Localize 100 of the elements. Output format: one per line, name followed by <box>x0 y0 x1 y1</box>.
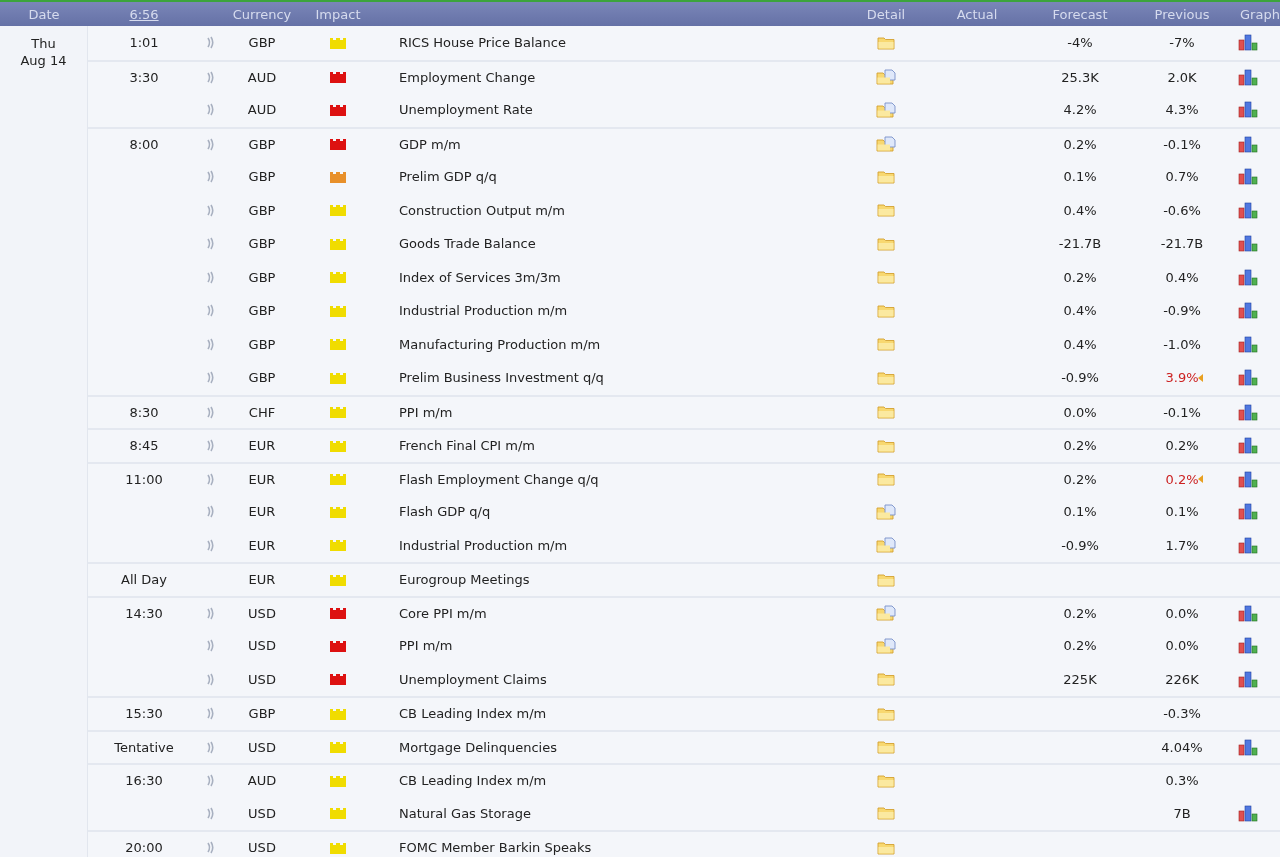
event-title[interactable]: CB Leading Index m/m <box>399 773 848 789</box>
folder-icon[interactable] <box>877 706 895 721</box>
forecast-value: 0.1% <box>1063 504 1097 520</box>
sound-icon[interactable] <box>206 36 214 50</box>
folder-icon[interactable] <box>877 672 895 687</box>
event-title[interactable]: CB Leading Index m/m <box>399 706 848 722</box>
sound-icon[interactable] <box>206 774 214 788</box>
folder-icon[interactable] <box>877 438 895 453</box>
sound-icon[interactable] <box>206 405 214 419</box>
previous-value: 0.2% <box>1165 438 1199 454</box>
sound-icon[interactable] <box>206 371 214 385</box>
bar-chart-icon[interactable] <box>1238 403 1258 421</box>
currency-code: GBP <box>247 236 277 252</box>
event-title[interactable]: Employment Change <box>399 69 848 85</box>
folder-icon[interactable] <box>877 236 895 251</box>
event-title[interactable]: Manufacturing Production m/m <box>399 336 848 352</box>
bar-chart-icon[interactable] <box>1238 738 1258 756</box>
event-title[interactable]: PPI m/m <box>399 404 848 420</box>
event-title[interactable]: Index of Services 3m/3m <box>399 269 848 285</box>
sound-icon[interactable] <box>206 806 214 820</box>
folder-icon[interactable] <box>877 806 895 821</box>
folder-icon[interactable] <box>877 840 895 855</box>
bar-chart-icon[interactable] <box>1238 201 1258 219</box>
event-title[interactable]: Flash GDP q/q <box>399 504 848 520</box>
event-title[interactable]: Industrial Production m/m <box>399 537 848 553</box>
folder-document-icon[interactable] <box>876 503 896 520</box>
folder-document-icon[interactable] <box>876 537 896 554</box>
event-title[interactable]: Industrial Production m/m <box>399 303 848 319</box>
bar-chart-icon[interactable] <box>1238 437 1258 455</box>
bar-chart-icon[interactable] <box>1238 235 1258 253</box>
bar-chart-icon[interactable] <box>1238 637 1258 655</box>
sound-icon[interactable] <box>206 137 214 151</box>
sound-icon[interactable] <box>206 103 214 117</box>
bar-chart-icon[interactable] <box>1238 369 1258 387</box>
folder-icon[interactable] <box>877 740 895 755</box>
event-title[interactable]: Prelim GDP q/q <box>399 169 848 185</box>
bar-chart-icon[interactable] <box>1238 503 1258 521</box>
sound-icon[interactable] <box>206 740 214 754</box>
event-title[interactable]: Flash Employment Change q/q <box>399 471 848 487</box>
folder-icon[interactable] <box>877 472 895 487</box>
sound-icon[interactable] <box>206 439 214 453</box>
sound-icon[interactable] <box>206 304 214 318</box>
sound-icon[interactable] <box>206 237 214 251</box>
event-title[interactable]: Eurogroup Meetings <box>399 572 848 588</box>
event-title[interactable]: Unemployment Rate <box>399 102 848 118</box>
folder-document-icon[interactable] <box>876 136 896 153</box>
folder-icon[interactable] <box>877 169 895 184</box>
folder-icon[interactable] <box>877 773 895 788</box>
folder-document-icon[interactable] <box>876 69 896 86</box>
sound-icon[interactable] <box>206 70 214 84</box>
folder-icon[interactable] <box>877 405 895 420</box>
bar-chart-icon[interactable] <box>1238 68 1258 86</box>
folder-document-icon[interactable] <box>876 101 896 118</box>
folder-icon[interactable] <box>877 270 895 285</box>
event-title[interactable]: Mortgage Delinquencies <box>399 739 848 755</box>
event-title[interactable]: FOMC Member Barkin Speaks <box>399 840 848 856</box>
bar-chart-icon[interactable] <box>1238 268 1258 286</box>
sound-icon[interactable] <box>206 639 214 653</box>
event-title[interactable]: Goods Trade Balance <box>399 236 848 252</box>
event-title[interactable]: PPI m/m <box>399 638 848 654</box>
folder-icon[interactable] <box>877 370 895 385</box>
sound-icon[interactable] <box>206 270 214 284</box>
folder-icon[interactable] <box>877 337 895 352</box>
sound-icon[interactable] <box>206 170 214 184</box>
folder-document-icon[interactable] <box>876 605 896 622</box>
sound-icon[interactable] <box>206 606 214 620</box>
event-title[interactable]: Natural Gas Storage <box>399 805 848 821</box>
bar-chart-icon[interactable] <box>1238 135 1258 153</box>
folder-icon[interactable] <box>877 203 895 218</box>
bar-chart-icon[interactable] <box>1238 604 1258 622</box>
sound-icon[interactable] <box>206 672 214 686</box>
sound-icon[interactable] <box>206 707 214 721</box>
folder-icon[interactable] <box>877 303 895 318</box>
folder-icon[interactable] <box>877 35 895 50</box>
sound-icon[interactable] <box>206 841 214 855</box>
folder-document-icon[interactable] <box>876 637 896 654</box>
bar-chart-icon[interactable] <box>1238 168 1258 186</box>
bar-chart-icon[interactable] <box>1238 536 1258 554</box>
bar-chart-icon[interactable] <box>1238 101 1258 119</box>
event-title[interactable]: Core PPI m/m <box>399 605 848 621</box>
folder-icon[interactable] <box>877 572 895 587</box>
event-title[interactable]: GDP m/m <box>399 136 848 152</box>
bar-chart-icon[interactable] <box>1238 670 1258 688</box>
bar-chart-icon[interactable] <box>1238 804 1258 822</box>
sound-icon[interactable] <box>206 337 214 351</box>
event-title[interactable]: Unemployment Claims <box>399 671 848 687</box>
bar-chart-icon[interactable] <box>1238 302 1258 320</box>
event-title[interactable]: French Final CPI m/m <box>399 438 848 454</box>
sound-icon[interactable] <box>206 505 214 519</box>
event-title[interactable]: RICS House Price Balance <box>399 35 848 51</box>
currency-code: EUR <box>247 471 277 487</box>
bar-chart-icon[interactable] <box>1238 335 1258 353</box>
event-title[interactable]: Construction Output m/m <box>399 202 848 218</box>
sound-icon[interactable] <box>206 538 214 552</box>
bar-chart-icon[interactable] <box>1238 470 1258 488</box>
sound-icon[interactable] <box>206 472 214 486</box>
graph-header: Graph <box>1239 6 1280 22</box>
sound-icon[interactable] <box>206 203 214 217</box>
event-title[interactable]: Prelim Business Investment q/q <box>399 370 848 386</box>
bar-chart-icon[interactable] <box>1238 34 1258 52</box>
